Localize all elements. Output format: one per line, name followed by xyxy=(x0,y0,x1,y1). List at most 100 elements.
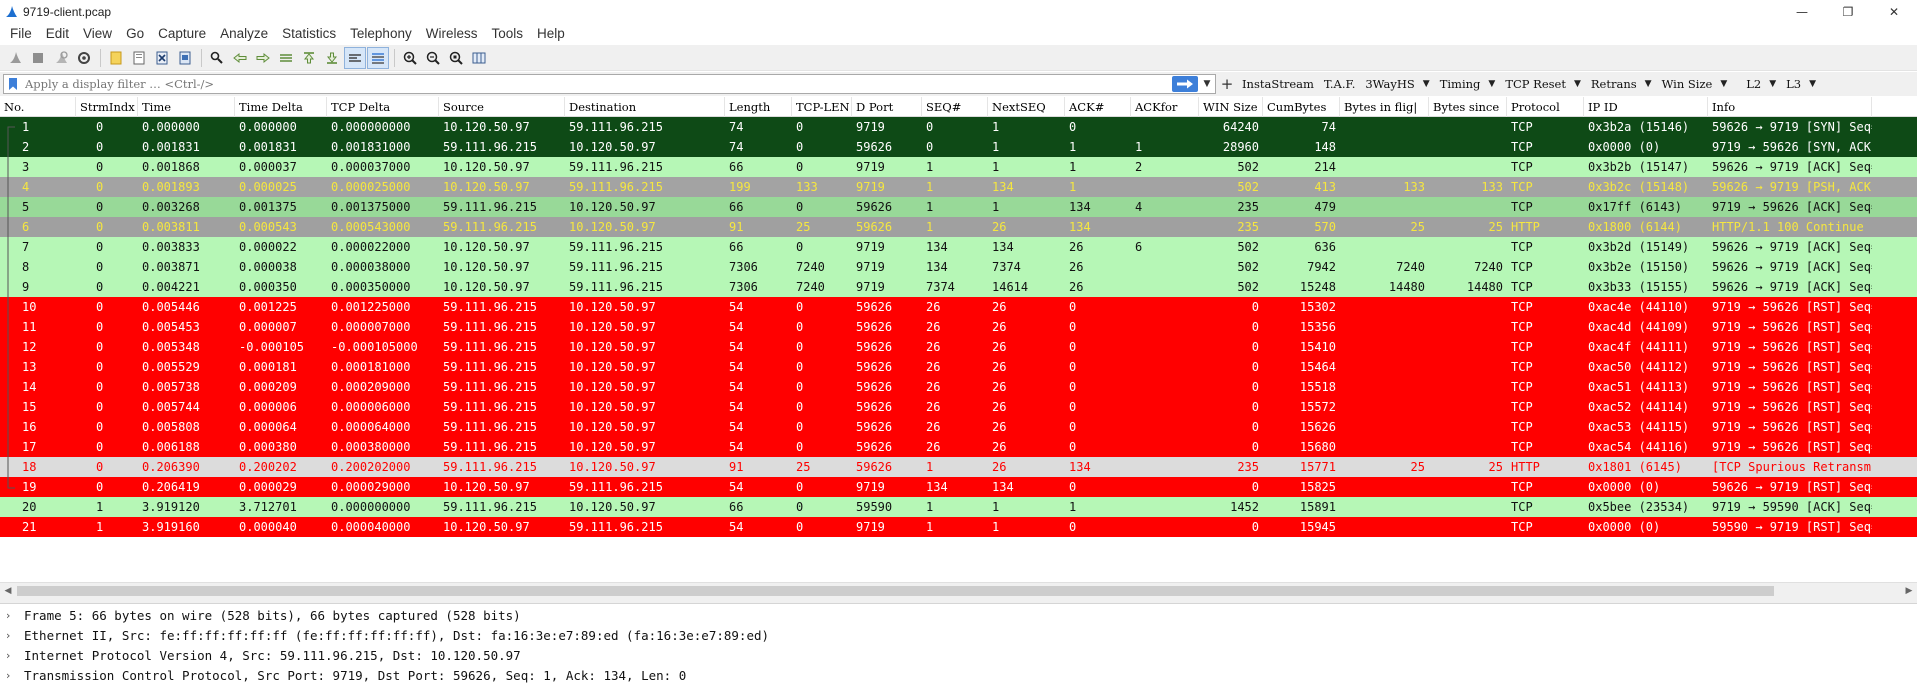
packet-row[interactable]: 10 0 0.005446 0.001225 0.001225000 59.111.96.… xyxy=(0,297,1917,317)
header-col-ip-id[interactable]: IP ID xyxy=(1584,97,1708,117)
minimize-button[interactable]: — xyxy=(1779,0,1825,23)
header-col-length[interactable]: Length xyxy=(725,97,792,117)
detail-row-frame[interactable]: › Frame 5: 66 bytes on wire (528 bits), 6… xyxy=(0,605,1917,625)
packet-row[interactable]: 16 0 0.005808 0.000064 0.000064000 59.111.96.… xyxy=(0,417,1917,437)
header-col-tcp-delta[interactable]: TCP Delta xyxy=(327,97,439,117)
header-col-time[interactable]: Time xyxy=(138,97,235,117)
bookmark-icon[interactable] xyxy=(7,77,19,91)
header-col-dport[interactable]: D Port xyxy=(852,97,922,117)
menu-analyze[interactable]: Analyze xyxy=(213,23,275,45)
display-filter-input[interactable] xyxy=(25,75,1175,93)
packet-row[interactable]: 5 0 0.003268 0.001375 0.001375000 59.111.96.2… xyxy=(0,197,1917,217)
packet-row[interactable]: 20 1 3.919120 3.712701 0.000000000 59.111.96.… xyxy=(0,497,1917,517)
header-col-bytes-in-flight[interactable]: Bytes in flig| xyxy=(1340,97,1429,117)
packet-row[interactable]: 15 0 0.005744 0.000006 0.000006000 59.111.96.… xyxy=(0,397,1917,417)
header-col-nextseq[interactable]: NextSEQ xyxy=(988,97,1065,117)
header-col-source[interactable]: Source xyxy=(439,97,565,117)
normal-size-icon[interactable] xyxy=(445,47,467,69)
header-col-strmindx[interactable]: StrmIndx xyxy=(76,97,138,117)
go-forward-icon[interactable] xyxy=(252,47,274,69)
save-file-icon[interactable] xyxy=(128,47,150,69)
detail-row-ipv4[interactable]: › Internet Protocol Version 4, Src: 59.11… xyxy=(0,645,1917,665)
header-col-ackfor[interactable]: ACKfor xyxy=(1131,97,1199,117)
go-back-icon[interactable] xyxy=(229,47,251,69)
find-packet-icon[interactable] xyxy=(206,47,228,69)
packet-row[interactable]: 18 0 0.206390 0.200202 0.200202000 59.111.96.… xyxy=(0,457,1917,477)
autoscroll-icon[interactable] xyxy=(344,46,366,69)
chevron-right-icon[interactable]: › xyxy=(6,609,18,622)
restart-capture-icon[interactable] xyxy=(50,47,72,69)
header-col-ack[interactable]: ACK# xyxy=(1065,97,1131,117)
filter-button-timing[interactable]: Timing ▼ xyxy=(1435,74,1501,94)
open-file-icon[interactable] xyxy=(105,47,127,69)
go-first-icon[interactable] xyxy=(298,47,320,69)
pane-splitter[interactable] xyxy=(0,598,1917,604)
packet-row[interactable]: 3 0 0.001868 0.000037 0.000037000 10.120.50.9… xyxy=(0,157,1917,177)
packet-row[interactable]: 21 1 3.919160 0.000040 0.000040000 10.120.50.… xyxy=(0,517,1917,537)
header-col-destination[interactable]: Destination xyxy=(565,97,725,117)
packet-row[interactable]: 14 0 0.005738 0.000209 0.000209000 59.111.96.… xyxy=(0,377,1917,397)
filter-button-l2[interactable]: L2 ▼ xyxy=(1732,74,1781,94)
packet-row[interactable]: 1 0 0.000000 0.000000 0.000000000 10.120.50.9… xyxy=(0,117,1917,137)
header-col-info[interactable]: Info xyxy=(1708,97,1872,117)
filter-button-instastream[interactable]: InstaStream xyxy=(1237,74,1319,94)
menu-statistics[interactable]: Statistics xyxy=(275,23,343,45)
packet-row[interactable]: 6 0 0.003811 0.000543 0.000543000 59.111.96.2… xyxy=(0,217,1917,237)
packet-row[interactable]: 17 0 0.006188 0.000380 0.000380000 59.111.96.… xyxy=(0,437,1917,457)
packet-row[interactable]: 19 0 0.206419 0.000029 0.000029000 10.120.50.… xyxy=(0,477,1917,497)
zoom-out-icon[interactable] xyxy=(422,47,444,69)
detail-row-tcp[interactable]: › Transmission Control Protocol, Src Port… xyxy=(0,665,1917,685)
packet-row[interactable]: 9 0 0.004221 0.000350 0.000350000 10.120.50.9… xyxy=(0,277,1917,297)
chevron-right-icon[interactable]: › xyxy=(6,649,18,662)
header-col-no[interactable]: No. xyxy=(0,97,76,117)
filter-button-retrans[interactable]: Retrans ▼ xyxy=(1586,74,1657,94)
filter-button-tcp-reset[interactable]: TCP Reset ▼ xyxy=(1500,74,1586,94)
menu-go[interactable]: Go xyxy=(119,23,151,45)
go-last-icon[interactable] xyxy=(321,47,343,69)
chevron-right-icon[interactable]: › xyxy=(6,629,18,642)
header-col-seq[interactable]: SEQ# xyxy=(922,97,988,117)
filter-button-3wayhs[interactable]: 3WayHS ▼ xyxy=(1360,74,1434,94)
hscrollbar-thumb[interactable] xyxy=(17,586,1774,596)
header-col-win-size[interactable]: WIN Size xyxy=(1199,97,1263,117)
start-capture-icon[interactable] xyxy=(4,47,26,69)
menu-tools[interactable]: Tools xyxy=(484,23,530,45)
menu-view[interactable]: View xyxy=(76,23,119,45)
add-filter-button-plus[interactable]: + xyxy=(1217,75,1237,93)
menu-help[interactable]: Help xyxy=(530,23,572,45)
packet-list-hscrollbar[interactable]: ◀ ▶ xyxy=(0,582,1917,598)
capture-options-icon[interactable] xyxy=(73,47,95,69)
menu-telephony[interactable]: Telephony xyxy=(343,23,419,45)
detail-row-ethernet[interactable]: › Ethernet II, Src: fe:ff:ff:ff:ff:ff (fe… xyxy=(0,625,1917,645)
filter-button-taf[interactable]: T.A.F. xyxy=(1319,74,1360,94)
menu-edit[interactable]: Edit xyxy=(39,23,76,45)
packet-row[interactable]: 13 0 0.005529 0.000181 0.000181000 59.111.96.… xyxy=(0,357,1917,377)
apply-filter-button[interactable] xyxy=(1172,76,1198,92)
filter-button-l3[interactable]: L3 ▼ xyxy=(1781,74,1821,94)
colorize-icon[interactable] xyxy=(367,46,389,69)
menu-file[interactable]: File xyxy=(3,23,39,45)
filter-history-dropdown[interactable]: ▼ xyxy=(1201,77,1213,91)
packet-row[interactable]: 4 0 0.001893 0.000025 0.000025000 10.120.50.9… xyxy=(0,177,1917,197)
packet-row[interactable]: 12 0 0.005348 -0.000105 -0.000105000 59.111.9… xyxy=(0,337,1917,357)
packet-row[interactable]: 8 0 0.003871 0.000038 0.000038000 10.120.50.9… xyxy=(0,257,1917,277)
packet-row[interactable]: 11 0 0.005453 0.000007 0.000007000 59.111.96.… xyxy=(0,317,1917,337)
scroll-left-icon[interactable]: ◀ xyxy=(0,583,16,599)
restore-button[interactable]: ❐ xyxy=(1825,0,1871,23)
header-col-cumbytes[interactable]: CumBytes xyxy=(1263,97,1340,117)
menu-capture[interactable]: Capture xyxy=(151,23,213,45)
header-col-protocol[interactable]: Protocol xyxy=(1507,97,1584,117)
filter-button-win-size[interactable]: Win Size ▼ xyxy=(1657,74,1733,94)
go-to-packet-icon[interactable] xyxy=(275,47,297,69)
resize-columns-icon[interactable] xyxy=(468,47,490,69)
close-file-icon[interactable] xyxy=(151,47,173,69)
menu-wireless[interactable]: Wireless xyxy=(419,23,485,45)
packet-row[interactable]: 7 0 0.003833 0.000022 0.000022000 10.120.50.9… xyxy=(0,237,1917,257)
scroll-right-icon[interactable]: ▶ xyxy=(1901,583,1917,599)
reload-file-icon[interactable] xyxy=(174,47,196,69)
close-button[interactable]: ✕ xyxy=(1871,0,1917,23)
header-col-tcp-len[interactable]: TCP-LEN xyxy=(792,97,852,117)
header-col-bytes-since[interactable]: Bytes since xyxy=(1429,97,1507,117)
stop-capture-icon[interactable] xyxy=(27,47,49,69)
zoom-in-icon[interactable] xyxy=(399,47,421,69)
